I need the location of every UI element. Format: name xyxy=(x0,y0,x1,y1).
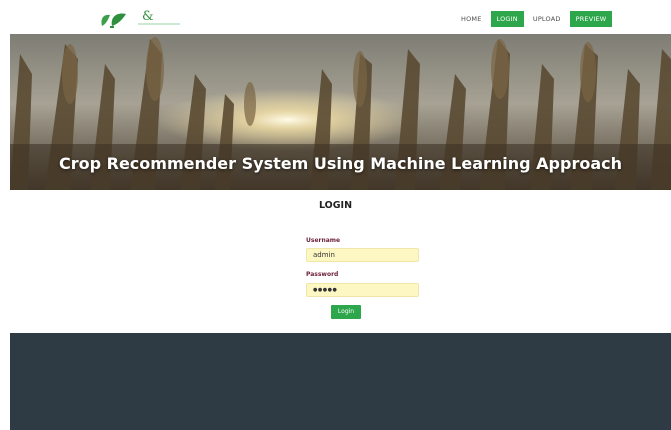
username-label: Username xyxy=(306,237,341,244)
nav-upload[interactable]: UPLOAD xyxy=(530,11,564,27)
leaf-logo-icon: & xyxy=(101,9,180,28)
page-footer xyxy=(10,333,671,430)
nav-preview[interactable]: PREVIEW xyxy=(569,11,613,27)
site-header: & HOME LOGIN UPLOAD PREVIEW xyxy=(0,0,671,34)
nav-login[interactable]: LOGIN xyxy=(490,11,524,27)
hero-title: Crop Recommender System Using Machine Le… xyxy=(58,154,623,173)
nav-home[interactable]: HOME xyxy=(458,11,485,27)
password-input[interactable]: ●●●●● xyxy=(306,283,419,297)
logo-mark-text: & xyxy=(142,9,154,24)
username-input[interactable]: admin xyxy=(306,248,419,262)
password-label: Password xyxy=(306,271,339,278)
site-logo[interactable]: & xyxy=(98,6,188,30)
hero-banner: Crop Recommender System Using Machine Le… xyxy=(10,34,671,190)
login-button[interactable]: Login xyxy=(331,305,361,319)
main-nav: HOME LOGIN UPLOAD PREVIEW xyxy=(458,11,613,27)
login-heading: LOGIN xyxy=(318,200,353,211)
